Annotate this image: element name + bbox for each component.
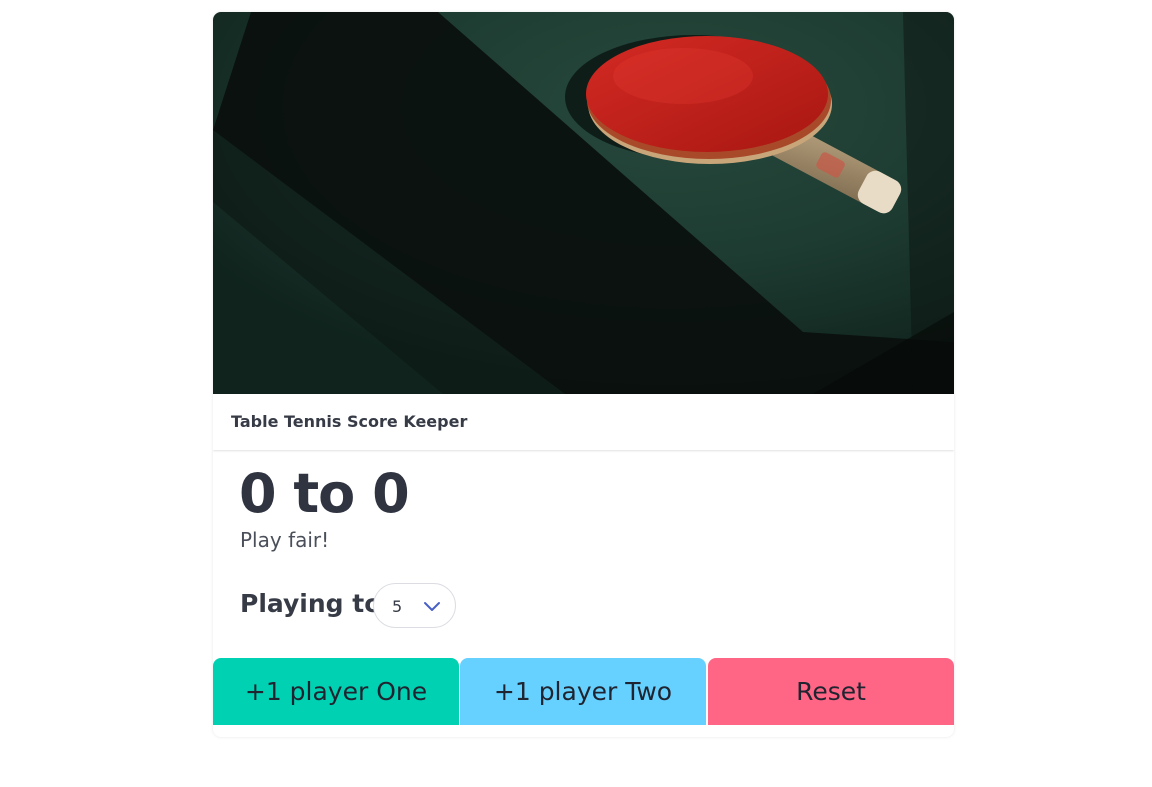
paddle-photo — [213, 12, 954, 394]
score-subtitle: Play fair! — [240, 528, 330, 552]
score-buttons: +1 player One +1 player Two Reset — [213, 658, 954, 725]
playing-to-label: Playing to — [240, 589, 382, 618]
playing-to-select[interactable]: 5 — [373, 583, 456, 628]
card-header: Table Tennis Score Keeper — [213, 394, 954, 450]
chevron-down-icon — [424, 602, 440, 611]
score-display: 0 to 0 — [239, 462, 410, 525]
reset-button[interactable]: Reset — [708, 658, 954, 725]
player-two-add-button[interactable]: +1 player Two — [460, 658, 706, 725]
card-title: Table Tennis Score Keeper — [231, 412, 468, 431]
player-one-add-button[interactable]: +1 player One — [213, 658, 459, 725]
playing-to-value: 5 — [392, 597, 403, 616]
score-keeper-card: Table Tennis Score Keeper — [213, 12, 954, 737]
